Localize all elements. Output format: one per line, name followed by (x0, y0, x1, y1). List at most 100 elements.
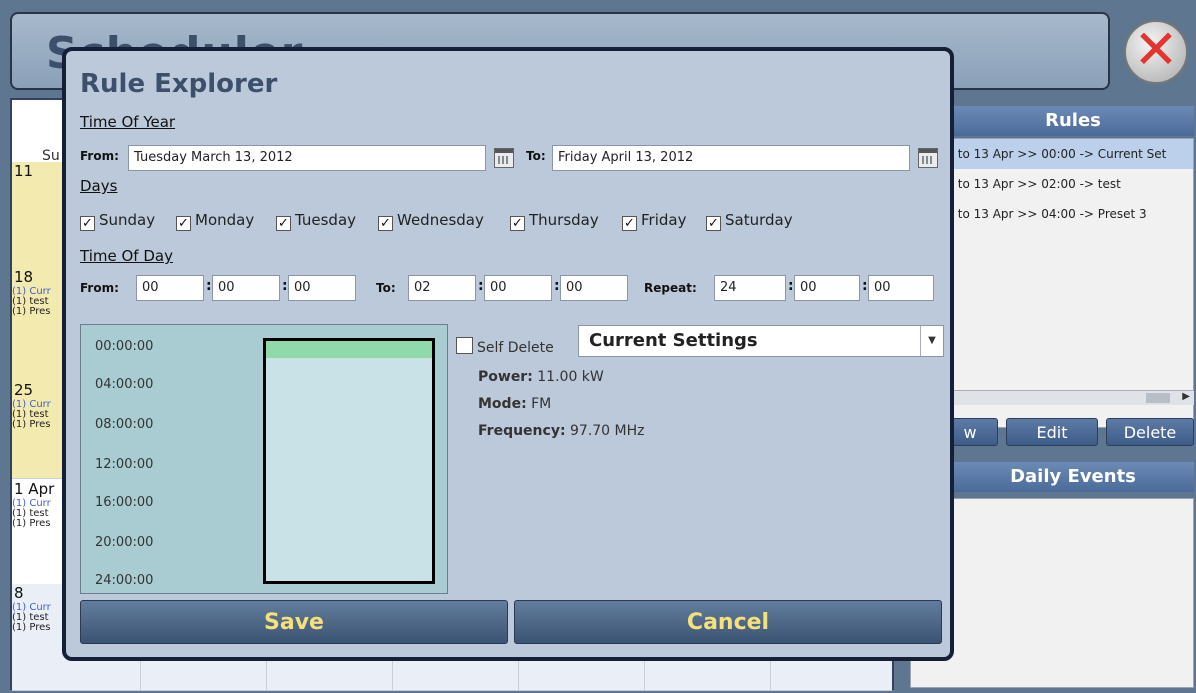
thursday-checkbox[interactable]: ✓ Thursday (510, 211, 599, 231)
timeline-label: 08:00:00 (95, 417, 154, 432)
timeline-label: 20:00:00 (95, 535, 154, 550)
check-icon[interactable]: ✓ (706, 216, 721, 231)
to-time-label: To: (376, 281, 396, 295)
unchecked-box-icon[interactable] (456, 337, 473, 354)
calendar-event[interactable]: (1) Pres (12, 623, 50, 633)
from-calendar-icon[interactable] (494, 148, 514, 168)
repeat-second-field[interactable]: 00 (868, 275, 934, 301)
calendar-divider (140, 660, 141, 690)
timeline-scheduled-slot[interactable] (266, 341, 432, 358)
calendar-divider (518, 660, 519, 690)
calendar-event[interactable]: (1) Pres (12, 519, 50, 529)
check-icon[interactable]: ✓ (622, 216, 637, 231)
check-icon[interactable]: ✓ (276, 216, 291, 231)
time-separator: : (478, 278, 484, 294)
time-of-day-label: Time Of Day (80, 247, 173, 265)
calendar-day-number: 18 (14, 268, 34, 286)
close-icon: ✕ (1133, 18, 1179, 81)
friday-checkbox[interactable]: ✓ Friday (622, 211, 686, 231)
sunday-checkbox[interactable]: ✓ Sunday (80, 211, 155, 231)
calendar-divider (392, 660, 393, 690)
time-separator: : (206, 278, 212, 294)
time-separator: : (282, 278, 288, 294)
calendar-divider (266, 660, 267, 690)
frequency-info: Frequency: 97.70 MHz (478, 423, 644, 439)
tuesday-checkbox[interactable]: ✓ Tuesday (276, 211, 356, 231)
self-delete-label: Self Delete (477, 340, 554, 356)
delete-rule-button[interactable]: Delete (1106, 418, 1194, 446)
edit-rule-button[interactable]: Edit (1006, 418, 1098, 446)
day-timeline[interactable]: 00:00:00 04:00:00 08:00:00 12:00:00 16:0… (80, 324, 448, 594)
calendar-day-number: 8 (14, 584, 24, 602)
to-minute-field[interactable]: 00 (484, 275, 552, 301)
saturday-checkbox[interactable]: ✓ Saturday (706, 211, 793, 231)
to-second-field[interactable]: 00 (560, 275, 628, 301)
repeat-hour-field[interactable]: 24 (714, 275, 786, 301)
from-minute-field[interactable]: 00 (212, 275, 280, 301)
checkbox-label: Tuesday (295, 211, 357, 229)
chevron-down-icon[interactable]: ▼ (920, 326, 943, 356)
from-date-field[interactable]: Tuesday March 13, 2012 (128, 145, 486, 171)
checkbox-label: Saturday (725, 211, 793, 229)
timeline-label: 12:00:00 (95, 457, 154, 472)
daily-events-header: Daily Events (952, 462, 1194, 492)
time-separator: : (554, 278, 560, 294)
checkbox-label: Thursday (529, 211, 599, 229)
calendar-event[interactable]: (1) Pres (12, 307, 50, 317)
from-date-label: From: (80, 149, 119, 163)
timeline-label: 04:00:00 (95, 377, 154, 392)
calendar-day-number: 11 (14, 162, 34, 180)
check-icon[interactable]: ✓ (510, 216, 525, 231)
frequency-label: Frequency: (478, 423, 566, 439)
checkbox-label: Sunday (99, 211, 156, 229)
to-date-field[interactable]: Friday April 13, 2012 (552, 145, 910, 171)
frequency-value: 97.70 MHz (570, 423, 645, 439)
scroll-right-icon[interactable]: ▶ (1182, 391, 1190, 402)
check-icon[interactable]: ✓ (378, 216, 393, 231)
wednesday-checkbox[interactable]: ✓ Wednesday (378, 211, 484, 231)
self-delete-checkbox[interactable]: Self Delete (456, 337, 554, 356)
cancel-button[interactable]: Cancel (514, 600, 942, 644)
check-icon[interactable]: ✓ (176, 216, 191, 231)
mode-label: Mode: (478, 396, 527, 412)
calendar-divider (770, 660, 771, 690)
power-label: Power: (478, 369, 533, 385)
timeline-label: 24:00:00 (95, 573, 154, 588)
mode-value: FM (531, 396, 552, 412)
checkbox-label: Wednesday (397, 211, 484, 229)
calendar-event[interactable]: (1) Pres (12, 420, 50, 430)
mode-info: Mode: FM (478, 396, 551, 412)
preset-selected-value: Current Settings (589, 330, 758, 351)
timeline-label: 00:00:00 (95, 339, 154, 354)
dialog-title: Rule Explorer (80, 69, 278, 99)
close-button[interactable]: ✕ (1124, 20, 1188, 84)
monday-checkbox[interactable]: ✓ Monday (176, 211, 254, 231)
save-button[interactable]: Save (80, 600, 508, 644)
from-time-label: From: (80, 281, 119, 295)
repeat-minute-field[interactable]: 00 (794, 275, 860, 301)
to-hour-field[interactable]: 02 (408, 275, 476, 301)
preset-select[interactable]: Current Settings ▼ (578, 325, 944, 357)
checkbox-label: Friday (641, 211, 687, 229)
check-icon[interactable]: ✓ (80, 216, 95, 231)
repeat-label: Repeat: (644, 281, 697, 295)
days-label: Days (80, 177, 118, 195)
rule-explorer-dialog: Rule Explorer Time Of Year From: Tuesday… (62, 47, 954, 661)
calendar-day-number: 25 (14, 381, 34, 399)
time-of-year-label: Time Of Year (80, 113, 176, 131)
calendar-divider (644, 660, 645, 690)
scrollbar-thumb[interactable] (1146, 393, 1170, 403)
checkbox-label: Monday (195, 211, 255, 229)
from-hour-field[interactable]: 00 (136, 275, 204, 301)
time-separator: : (862, 278, 868, 294)
time-separator: : (788, 278, 794, 294)
to-calendar-icon[interactable] (918, 148, 938, 168)
power-info: Power: 11.00 kW (478, 369, 604, 385)
timeline-day-block[interactable] (263, 338, 435, 584)
from-second-field[interactable]: 00 (288, 275, 356, 301)
to-date-label: To: (526, 149, 546, 163)
timeline-label: 16:00:00 (95, 495, 154, 510)
rules-header: Rules (952, 106, 1194, 136)
power-value: 11.00 kW (537, 369, 604, 385)
calendar-day-number: 1 Apr (14, 480, 55, 498)
